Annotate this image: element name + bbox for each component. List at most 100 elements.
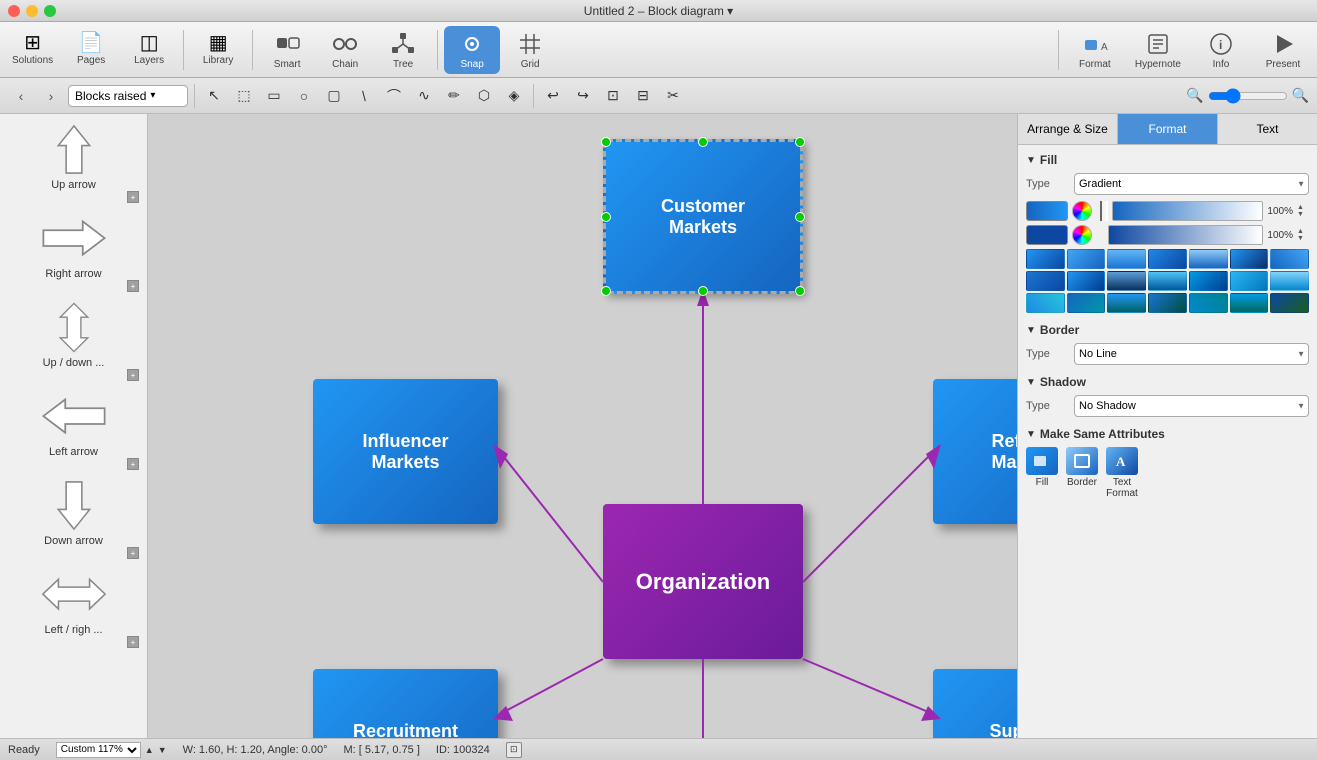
preset-5[interactable] [1189, 249, 1228, 269]
handle-tl[interactable] [601, 137, 611, 147]
color1-stepper[interactable]: ▲ ▼ [1297, 204, 1309, 218]
zoom-stepper-down[interactable]: ▼ [158, 745, 167, 755]
shape-item-right-arrow[interactable]: Right arrow + [4, 211, 143, 292]
handle-ml[interactable] [601, 212, 611, 222]
toolbar-library[interactable]: ▦ Library [190, 26, 246, 74]
make-same-fill[interactable]: Fill [1026, 447, 1058, 488]
color2-up-icon[interactable]: ▲ [1297, 228, 1309, 235]
shadow-section-header[interactable]: ▼ Shadow [1026, 375, 1309, 389]
arc-tool[interactable]: ∿ [411, 83, 437, 109]
preset-3[interactable] [1107, 249, 1146, 269]
color2-gradient-bar[interactable] [1108, 225, 1263, 245]
right-arrow-expand[interactable]: + [127, 280, 139, 292]
tab-text[interactable]: Text [1218, 114, 1317, 144]
down-arrow-expand[interactable]: + [127, 547, 139, 559]
undo-button[interactable]: ↩ [540, 83, 566, 109]
toolbar-snap[interactable]: Snap [444, 26, 500, 74]
curve-tool[interactable]: ⌒ [381, 83, 407, 109]
nav-forward-button[interactable]: › [38, 83, 64, 109]
preset-1[interactable] [1026, 249, 1065, 269]
preset-10[interactable] [1107, 271, 1146, 291]
canvas-area[interactable]: CustomerMarkets InfluencerMarkets Referr… [148, 114, 1017, 738]
preset-21[interactable] [1270, 293, 1309, 313]
border-type-select[interactable]: No Line Solid Dashed [1074, 343, 1309, 365]
tab-format[interactable]: Format [1118, 114, 1218, 144]
node-influencer[interactable]: InfluencerMarkets [313, 379, 498, 524]
preset-13[interactable] [1230, 271, 1269, 291]
preset-14[interactable] [1270, 271, 1309, 291]
crop-button[interactable]: ✂ [660, 83, 686, 109]
color2-down-icon[interactable]: ▼ [1297, 235, 1309, 242]
tab-arrange-size[interactable]: Arrange & Size [1018, 114, 1118, 144]
toolbar-grid[interactable]: Grid [502, 26, 558, 74]
shape-item-up-arrow[interactable]: Up arrow + [4, 122, 143, 203]
toolbar-tree[interactable]: Tree [375, 26, 431, 74]
handle-tr[interactable] [795, 137, 805, 147]
shape-item-left-arrow[interactable]: Left arrow + [4, 389, 143, 470]
preset-11[interactable] [1148, 271, 1187, 291]
color2-wheel[interactable] [1072, 225, 1092, 245]
special-tool[interactable]: ◈ [501, 83, 527, 109]
border-section-header[interactable]: ▼ Border [1026, 323, 1309, 337]
toolbar-hypernote[interactable]: Hypernote [1127, 26, 1189, 74]
shape-item-up-down-arrow[interactable]: Up / down ... + [4, 300, 143, 381]
preset-16[interactable] [1067, 293, 1106, 313]
handle-mr[interactable] [795, 212, 805, 222]
preset-7[interactable] [1270, 249, 1309, 269]
preset-6[interactable] [1230, 249, 1269, 269]
color1-wheel[interactable] [1072, 201, 1092, 221]
handle-tm[interactable] [698, 137, 708, 147]
line-tool[interactable]: / [346, 78, 382, 114]
poly-tool[interactable]: ⬡ [471, 83, 497, 109]
rect-tool[interactable]: ▭ [261, 83, 287, 109]
handle-br[interactable] [795, 286, 805, 296]
toolbar-info[interactable]: i Info [1191, 26, 1251, 74]
toolbar-smart[interactable]: Smart [259, 26, 315, 74]
handle-bl[interactable] [601, 286, 611, 296]
rounded-rect-tool[interactable]: ▢ [321, 83, 347, 109]
shadow-type-select[interactable]: No Shadow Drop Shadow [1074, 395, 1309, 417]
rect-select-tool[interactable]: ⬚ [231, 83, 257, 109]
color1-swatch[interactable] [1026, 201, 1068, 221]
nav-back-button[interactable]: ‹ [8, 83, 34, 109]
make-same-text-format[interactable]: A TextFormat [1106, 447, 1138, 499]
select-tool[interactable]: ↖ [201, 83, 227, 109]
left-right-expand[interactable]: + [127, 636, 139, 648]
toolbar-solutions[interactable]: ⊞ Solutions [4, 26, 61, 74]
preset-4[interactable] [1148, 249, 1187, 269]
make-same-border[interactable]: Border [1066, 447, 1098, 488]
toolbar-present[interactable]: Present [1253, 26, 1313, 74]
maximize-button[interactable] [44, 5, 56, 17]
node-customer[interactable]: CustomerMarkets [603, 139, 803, 294]
color2-swatch[interactable] [1026, 225, 1068, 245]
node-supplier[interactable]: SupplierMarkets [933, 669, 1017, 738]
color2-stepper[interactable]: ▲ ▼ [1297, 228, 1309, 242]
preset-17[interactable] [1107, 293, 1146, 313]
ungroup-button[interactable]: ⊟ [630, 83, 656, 109]
toolbar-format[interactable]: A Format [1065, 26, 1125, 74]
preset-12[interactable] [1189, 271, 1228, 291]
freehand-tool[interactable]: ✏ [441, 83, 467, 109]
fill-section-header[interactable]: ▼ Fill [1026, 153, 1309, 167]
toolbar-pages[interactable]: 📄 Pages [63, 26, 119, 74]
preset-15[interactable] [1026, 293, 1065, 313]
make-same-header[interactable]: ▼ Make Same Attributes [1026, 427, 1309, 441]
minimize-button[interactable] [26, 5, 38, 17]
preset-2[interactable] [1067, 249, 1106, 269]
breadcrumb[interactable]: Blocks raised ▾ [68, 85, 188, 107]
ellipse-tool[interactable]: ○ [291, 83, 317, 109]
preset-19[interactable] [1189, 293, 1228, 313]
up-arrow-expand[interactable]: + [127, 191, 139, 203]
color1-up-icon[interactable]: ▲ [1297, 204, 1309, 211]
toolbar-layers[interactable]: ◫ Layers [121, 26, 177, 74]
zoom-select[interactable]: Custom 117% 50% 75% 100% 150% 200% [56, 742, 141, 758]
fit-page-button[interactable]: ⊡ [506, 742, 522, 758]
color1-down-icon[interactable]: ▼ [1297, 211, 1309, 218]
preset-20[interactable] [1230, 293, 1269, 313]
color1-gradient-bar[interactable] [1112, 201, 1263, 221]
group-button[interactable]: ⊡ [600, 83, 626, 109]
handle-bm[interactable] [698, 286, 708, 296]
zoom-slider[interactable] [1208, 88, 1288, 104]
up-down-expand[interactable]: + [127, 369, 139, 381]
node-referral[interactable]: ReferralMarkets [933, 379, 1017, 524]
